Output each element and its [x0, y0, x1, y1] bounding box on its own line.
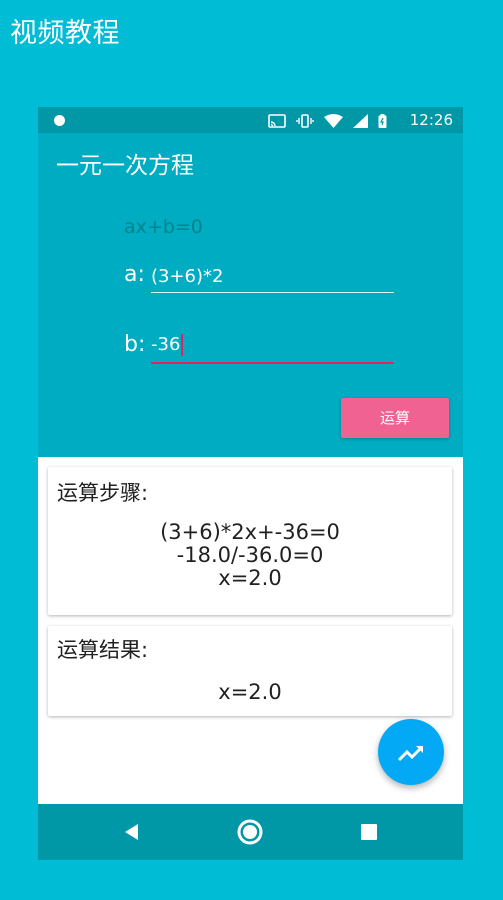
text-caret — [181, 334, 184, 356]
steps-card: 运算步骤: (3+6)*2x+-36=0 -18.0/-36.0=0 x=2.0 — [48, 467, 452, 615]
vibrate-icon — [296, 113, 314, 132]
b-label: b: — [124, 332, 146, 357]
battery-icon — [378, 113, 387, 132]
a-input-value: (3+6)*2 — [151, 266, 224, 287]
phone-screen: 12:26 一元一次方程 ax+b=0 a: (3+6)*2 b: -36 运算… — [38, 107, 463, 860]
b-input-underline — [151, 362, 394, 364]
result-card: 运算结果: x=2.0 — [48, 626, 452, 716]
formula-hint: ax+b=0 — [124, 216, 203, 238]
notification-dot-icon — [54, 115, 65, 126]
steps-lines: (3+6)*2x+-36=0 -18.0/-36.0=0 x=2.0 — [48, 521, 452, 590]
result-title: 运算结果: — [57, 638, 149, 662]
trending-up-icon — [397, 745, 424, 762]
step-line: -18.0/-36.0=0 — [176, 543, 324, 567]
wifi-icon — [323, 113, 343, 132]
calculate-button[interactable]: 运算 — [341, 398, 449, 438]
b-input[interactable]: -36 — [151, 334, 393, 356]
home-icon[interactable] — [235, 815, 265, 853]
recents-icon[interactable] — [359, 815, 379, 853]
a-label: a: — [124, 262, 145, 287]
back-icon[interactable] — [122, 815, 142, 853]
b-input-value: -36 — [151, 334, 181, 355]
page-title: 视频教程 — [10, 18, 120, 49]
navigation-bar — [38, 804, 463, 860]
signal-icon — [352, 113, 368, 132]
a-input[interactable]: (3+6)*2 — [151, 266, 393, 287]
cast-icon — [267, 113, 286, 132]
step-line: (3+6)*2x+-36=0 — [160, 520, 340, 544]
a-input-underline — [151, 292, 394, 293]
fab-button[interactable] — [378, 719, 444, 785]
app-title: 一元一次方程 — [56, 153, 194, 179]
status-icons — [263, 113, 387, 128]
status-time: 12:26 — [409, 111, 453, 129]
steps-title: 运算步骤: — [57, 481, 149, 505]
result-value: x=2.0 — [218, 680, 282, 704]
status-bar: 12:26 — [38, 107, 463, 133]
app-bar: 一元一次方程 — [38, 133, 463, 199]
equation-form: ax+b=0 a: (3+6)*2 b: -36 运算 — [38, 199, 463, 457]
step-line: x=2.0 — [218, 566, 282, 590]
